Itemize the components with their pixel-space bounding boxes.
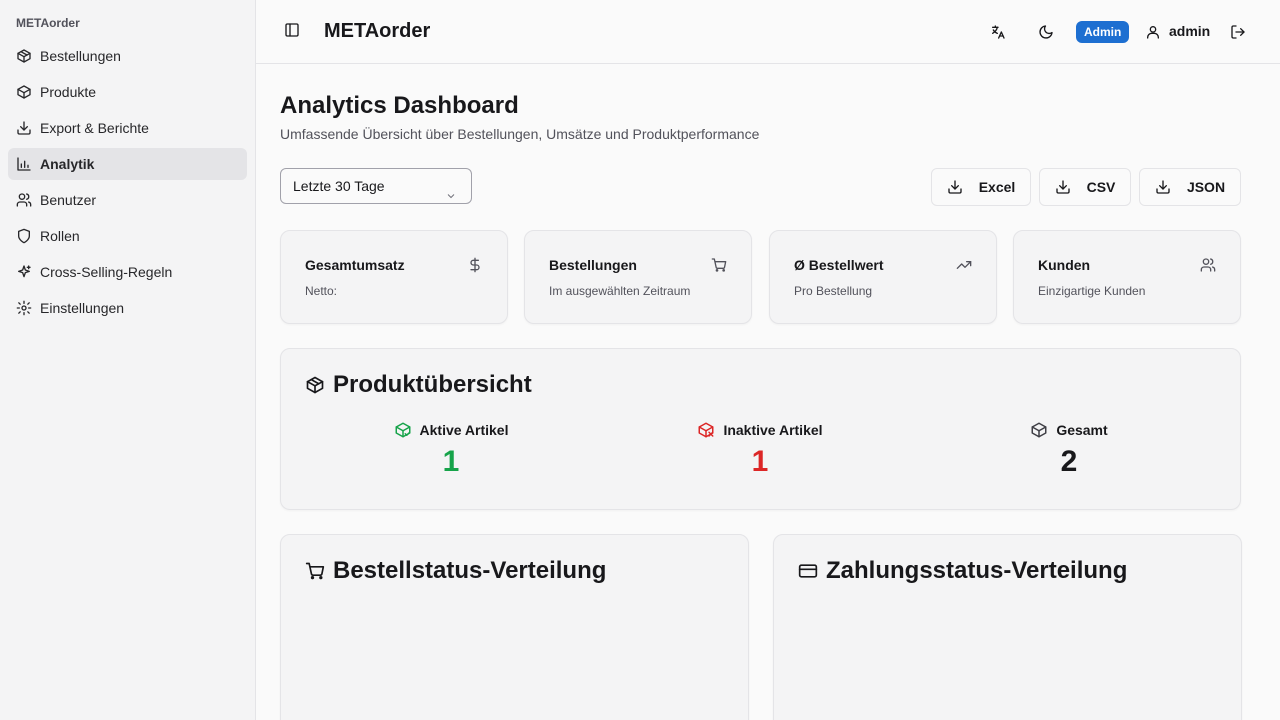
sidebar-item-label: Rollen — [40, 228, 80, 244]
theme-toggle-button[interactable] — [1038, 24, 1054, 40]
logout-icon — [1231, 25, 1245, 39]
sidebar-item-label: Einstellungen — [40, 300, 125, 316]
download-icon — [1156, 180, 1170, 194]
user-icon — [1145, 24, 1161, 40]
stat-card-orders: Bestellungen Im ausgewählten Zeitraum — [524, 230, 752, 324]
gear-icon — [16, 300, 32, 316]
sparkles-icon — [16, 264, 32, 280]
sidebar-item-produkte[interactable]: Produkte — [8, 76, 247, 108]
sidebar-item-analytik[interactable]: Analytik — [8, 148, 247, 180]
metric-inactive-items: Inaktive Artikel 1 — [660, 421, 860, 479]
box-icon — [16, 84, 32, 100]
metric-active-items: Aktive Artikel 1 — [351, 421, 551, 479]
role-badge: Admin — [1076, 21, 1130, 43]
stat-subtitle: Netto: — [305, 284, 338, 298]
product-overview-title-text: Produktübersicht — [333, 371, 532, 398]
translate-icon — [992, 25, 1005, 39]
sidebar-item-benutzer[interactable]: Benutzer — [8, 184, 247, 216]
metric-total-items: Gesamt 2 — [969, 421, 1169, 479]
download-icon — [16, 120, 32, 136]
sidebar-nav: Bestellungen Produkte Export & Berichte … — [8, 40, 247, 328]
users-icon — [16, 192, 32, 208]
sidebar-item-label: Analytik — [40, 156, 95, 172]
sidebar-item-label: Bestellungen — [40, 48, 121, 64]
stat-card-customers: Kunden Einzigartige Kunden — [1013, 230, 1241, 324]
metric-value: 1 — [751, 445, 769, 478]
package-x-icon — [698, 422, 714, 438]
product-overview-card: Produktübersicht Aktive Artikel 1 Inakti… — [280, 348, 1241, 510]
logout-button[interactable] — [1230, 24, 1246, 40]
cart-icon — [711, 257, 727, 273]
sidebar-item-einstellungen[interactable]: Einstellungen — [8, 292, 247, 324]
stat-card-revenue: Gesamtumsatz Netto: — [280, 230, 508, 324]
export-json-label: JSON — [1186, 179, 1226, 195]
stat-title: Kunden — [1038, 257, 1091, 273]
metric-label: Aktive Artikel — [419, 422, 509, 438]
payment-status-title-text: Zahlungsstatus-Verteilung — [826, 557, 1128, 584]
app-title: METAorder — [324, 20, 431, 42]
sidebar-item-rollen[interactable]: Rollen — [8, 220, 247, 252]
stat-title: Gesamtumsatz — [305, 257, 405, 273]
sidebar-item-label: Produkte — [40, 84, 97, 100]
bar-chart-icon — [16, 156, 32, 172]
credit-card-icon — [798, 564, 818, 578]
sidebar-item-bestellungen[interactable]: Bestellungen — [8, 40, 247, 72]
sidebar: METAorder Bestellungen Produkte Export &… — [0, 0, 256, 720]
date-range-select[interactable]: Letzte 30 Tage — [280, 168, 472, 204]
order-status-title: Bestellstatus-Verteilung — [305, 557, 606, 585]
moon-icon — [1039, 25, 1053, 39]
sidebar-item-cross-selling[interactable]: Cross-Selling-Regeln — [8, 256, 247, 288]
product-overview-title: Produktübersicht — [305, 371, 532, 399]
stat-title: Ø Bestellwert — [794, 257, 884, 273]
box-icon — [1031, 422, 1047, 438]
metric-label: Inaktive Artikel — [723, 422, 823, 438]
payment-status-title: Zahlungsstatus-Verteilung — [798, 557, 1127, 585]
page-title: Analytics Dashboard — [280, 92, 519, 119]
export-excel-button[interactable]: Excel — [931, 168, 1031, 206]
sidebar-item-export[interactable]: Export & Berichte — [8, 112, 247, 144]
export-csv-button[interactable]: CSV — [1039, 168, 1131, 206]
payment-status-card: Zahlungsstatus-Verteilung — [773, 534, 1242, 720]
download-icon — [1055, 180, 1070, 194]
language-button[interactable] — [990, 24, 1006, 40]
export-json-button[interactable]: JSON — [1139, 168, 1241, 206]
page-subtitle: Umfassende Übersicht über Bestellungen, … — [280, 126, 760, 142]
users-icon — [1200, 257, 1216, 273]
panel-left-icon — [285, 23, 299, 37]
top-header: METAorder Admin admin — [256, 0, 1280, 64]
sidebar-brand: METAorder — [16, 16, 80, 30]
chevron-down-icon — [445, 180, 457, 199]
download-icon — [948, 180, 962, 194]
package-icon — [306, 376, 324, 394]
sidebar-item-label: Cross-Selling-Regeln — [40, 264, 173, 280]
stat-subtitle: Im ausgewählten Zeitraum — [549, 284, 691, 298]
metric-label: Gesamt — [1056, 422, 1108, 438]
shield-icon — [16, 228, 32, 244]
stat-subtitle: Einzigartige Kunden — [1038, 284, 1146, 298]
order-status-card: Bestellstatus-Verteilung — [280, 534, 749, 720]
metric-value: 1 — [442, 445, 460, 478]
date-range-value: Letzte 30 Tage — [293, 178, 385, 194]
stat-title: Bestellungen — [549, 257, 637, 273]
export-excel-label: Excel — [978, 179, 1016, 195]
package-icon — [16, 48, 32, 64]
stat-subtitle: Pro Bestellung — [794, 284, 873, 298]
main-content: Analytics Dashboard Umfassende Übersicht… — [256, 64, 1266, 720]
cart-icon — [305, 562, 325, 580]
sidebar-toggle-button[interactable] — [284, 22, 304, 42]
user-name[interactable]: admin — [1169, 23, 1210, 39]
metric-value: 2 — [1060, 445, 1078, 478]
trending-up-icon — [956, 257, 972, 273]
order-status-title-text: Bestellstatus-Verteilung — [333, 557, 607, 584]
stat-card-avg-order: Ø Bestellwert Pro Bestellung — [769, 230, 997, 324]
sidebar-item-label: Benutzer — [40, 192, 97, 208]
dollar-icon — [467, 257, 483, 273]
export-csv-label: CSV — [1086, 179, 1116, 195]
sidebar-item-label: Export & Berichte — [40, 120, 149, 136]
package-check-icon — [395, 422, 411, 438]
